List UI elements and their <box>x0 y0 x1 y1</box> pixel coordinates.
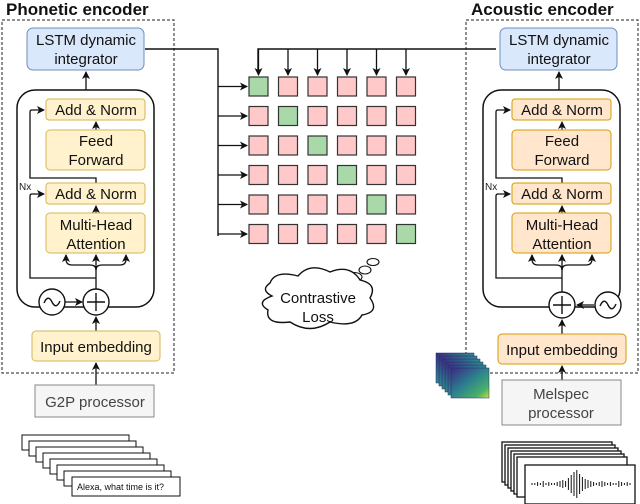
matrix-cell-positive <box>307 135 328 156</box>
matrix-cell-negative <box>277 76 299 97</box>
phonetic-add-norm-bottom-label: Add & Norm <box>55 186 137 203</box>
matrix-cell-negative <box>366 76 387 97</box>
matrix-cell-negative <box>248 223 269 245</box>
waveform-stack-icon <box>501 441 636 504</box>
acoustic-input-embedding-label: Input embedding <box>506 342 618 359</box>
matrix-cell-negative <box>307 164 328 186</box>
acoustic-encoder: Acoustic encoder LSTM dynamic integrator… <box>435 0 639 504</box>
g2p-processor-label: G2P processor <box>45 394 145 411</box>
matrix-cell-positive <box>248 76 269 97</box>
melspec-processor-label-2: processor <box>528 405 594 422</box>
acoustic-add-norm-top-label: Add & Norm <box>521 102 603 119</box>
phonetic-lstm-label-2: integrator <box>54 51 117 68</box>
attention-key-arrow <box>95 254 130 271</box>
acoustic-attention-label-2: Attention <box>532 236 591 253</box>
matrix-cell-positive <box>395 223 417 245</box>
matrix-cell-negative <box>307 223 328 245</box>
matrix-cell-negative <box>395 105 417 127</box>
matrix-cell-negative <box>366 223 387 245</box>
phonetic-lstm-label-1: LSTM dynamic <box>36 32 137 49</box>
matrix-cell-negative <box>248 164 269 186</box>
phonetic-attention-label-1: Multi-Head <box>60 217 133 234</box>
matrix-cell-negative <box>395 76 417 97</box>
acoustic-feed-forward-label-1: Feed <box>545 133 579 150</box>
acoustic-feed-forward-label-2: Forward <box>534 152 589 169</box>
attention-query-arrow <box>62 254 97 271</box>
phonetic-add-norm-top-label: Add & Norm <box>55 102 137 119</box>
matrix-cell-negative <box>336 76 358 97</box>
matrix-cell-negative <box>395 164 417 186</box>
melspec-processor-label-1: Melspec <box>533 386 589 403</box>
acoustic-nx-label: Nx <box>485 182 497 193</box>
acoustic-lstm-block: LSTM dynamic integrator <box>499 27 618 71</box>
matrix-cell-negative <box>248 135 269 156</box>
phonetic-feed-forward-label-2: Forward <box>68 152 123 169</box>
matrix-cell-positive <box>277 105 299 127</box>
phonetic-attention-label-2: Attention <box>66 236 125 253</box>
acoustic-lstm-label-1: LSTM dynamic <box>509 32 610 49</box>
acoustic-attention-key-arrow <box>561 254 596 271</box>
diagram-canvas: Phonetic encoder LSTM dynamic integrator… <box>1 0 639 504</box>
matrix-cell-negative <box>336 223 358 245</box>
phonetic-feed-forward-label-1: Feed <box>79 133 113 150</box>
contrastive-loss-label-2: Loss <box>302 309 334 326</box>
phonetic-encoder-title: Phonetic encoder <box>6 0 149 19</box>
matrix-cell-negative <box>395 194 417 215</box>
matrix-cell-negative <box>248 105 269 127</box>
matrix-cell-negative <box>336 105 358 127</box>
matrix-cell-negative <box>395 135 417 156</box>
acoustic-encoder-title: Acoustic encoder <box>471 0 614 19</box>
matrix-cell-positive <box>336 164 358 186</box>
text-input-stack: Alexa, what time is it? <box>21 434 181 497</box>
matrix-cell-negative <box>277 194 299 215</box>
matrix-cell-negative <box>307 194 328 215</box>
spectrogram-stack-icon <box>435 352 490 399</box>
matrix-cell-negative <box>336 135 358 156</box>
acoustic-lstm-label-2: integrator <box>527 51 590 68</box>
phonetic-nx-label: Nx <box>19 182 31 193</box>
acoustic-attention-query-arrow <box>528 254 563 271</box>
matrix-cell-negative <box>336 194 358 215</box>
matrix-cell-negative <box>277 164 299 186</box>
matrix-cell-negative <box>307 76 328 97</box>
phonetic-input-embedding-label: Input embedding <box>40 339 152 356</box>
similarity-matrix <box>145 48 496 245</box>
matrix-cell-negative <box>277 135 299 156</box>
text-input-sample: Alexa, what time is it? <box>77 482 164 492</box>
matrix-cell-negative <box>277 223 299 245</box>
matrix-cell-negative <box>366 105 387 127</box>
matrix-cell-positive <box>366 194 387 215</box>
phonetic-encoder: Phonetic encoder LSTM dynamic integrator… <box>1 0 181 497</box>
phonetic-embedding-line <box>145 48 219 236</box>
acoustic-attention-label-1: Multi-Head <box>526 217 599 234</box>
matrix-cell-negative <box>248 194 269 215</box>
contrastive-loss-label-1: Contrastive <box>280 290 356 307</box>
matrix-cell-negative <box>366 135 387 156</box>
matrix-cell-negative <box>307 105 328 127</box>
matrix-cell-negative <box>366 164 387 186</box>
acoustic-add-norm-bottom-label: Add & Norm <box>521 186 603 203</box>
contrastive-loss-cloud: Contrastive Loss <box>261 257 380 330</box>
phonetic-lstm-block: LSTM dynamic integrator <box>26 27 145 71</box>
